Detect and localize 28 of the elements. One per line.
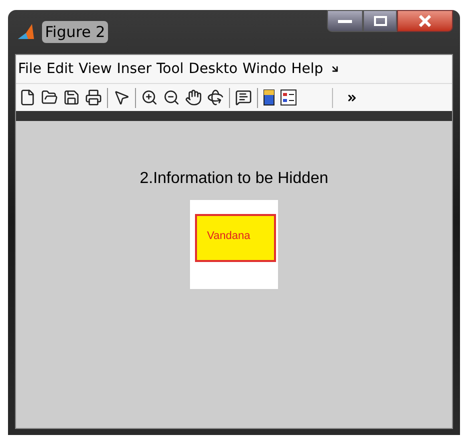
open-folder-icon[interactable] [41, 89, 58, 106]
menu-item[interactable]: View [78, 58, 112, 80]
rotate-icon[interactable] [207, 89, 224, 106]
menu-item[interactable]: Deskto [188, 58, 238, 80]
app-logo-icon [17, 23, 35, 41]
label-text: Vandana [207, 230, 250, 242]
pointer-icon[interactable] [113, 89, 130, 106]
figure-title: 2.Information to be Hidden [140, 169, 328, 189]
colorbar-icon[interactable] [263, 89, 275, 106]
pan-hand-icon[interactable] [185, 89, 202, 106]
window-title: Figure 2 [42, 20, 108, 44]
print-icon[interactable] [85, 89, 102, 106]
maximize-button[interactable] [363, 10, 397, 32]
menu-item[interactable]: Tool [156, 58, 184, 80]
menu-item[interactable]: Help [291, 58, 324, 80]
menu-item[interactable]: Edit [46, 58, 74, 80]
menu-item[interactable]: Inser [116, 58, 152, 80]
minimize-button[interactable] [327, 10, 363, 32]
save-icon[interactable] [63, 89, 80, 106]
overflow-arrow-icon[interactable] [330, 64, 340, 74]
zoom-in-icon[interactable] [141, 89, 158, 106]
close-icon [419, 15, 431, 27]
legend-icon[interactable] [280, 89, 297, 106]
new-file-icon[interactable] [19, 89, 36, 106]
close-button[interactable] [397, 10, 453, 32]
zoom-out-icon[interactable] [163, 89, 180, 106]
menu-item[interactable]: Windo [242, 58, 286, 80]
menu-item[interactable]: File [18, 58, 42, 80]
